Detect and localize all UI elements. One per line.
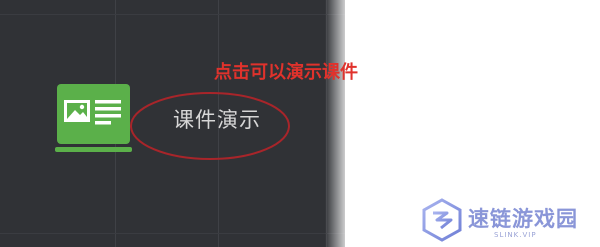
watermark-logo-icon — [422, 198, 462, 242]
watermark-domain: SLINK.VIP — [494, 231, 537, 239]
panel-edge-fade — [325, 0, 349, 247]
panel-divider — [0, 233, 345, 234]
annotation-text: 点击可以演示课件 — [214, 62, 358, 83]
slide-presentation-icon[interactable] — [55, 82, 132, 155]
highlight-ellipse — [130, 92, 290, 160]
panel-divider — [0, 14, 345, 15]
watermark-brand: 速链游戏园 — [468, 207, 578, 231]
